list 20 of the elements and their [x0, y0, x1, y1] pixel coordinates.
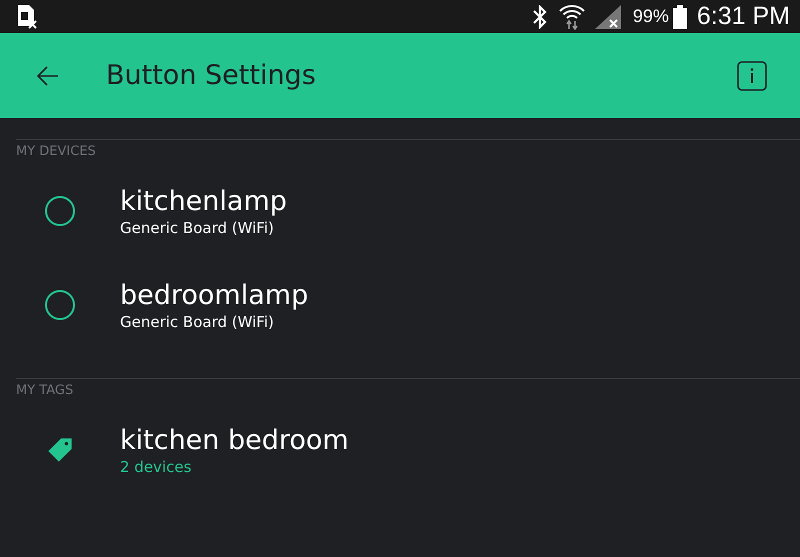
radio-button[interactable]	[45, 290, 75, 320]
item-detail: Generic Board (WiFi)	[120, 312, 275, 330]
section-heading: MY DEVICES	[16, 143, 97, 161]
radio-button[interactable]	[45, 196, 75, 226]
back-arrow-icon[interactable]	[36, 64, 60, 88]
battery-percentage: 99%	[632, 6, 669, 27]
signal-icon	[594, 4, 623, 28]
item-detail: 2 devices	[120, 458, 192, 476]
item-name[interactable]: kitchenlamp	[120, 186, 287, 216]
info-icon[interactable]	[737, 60, 767, 90]
clock-time: 6:31 PM	[696, 2, 790, 31]
item-detail: Generic Board (WiFi)	[120, 218, 275, 236]
section-heading: MY TAGS	[16, 382, 74, 400]
sim-card-icon	[16, 4, 38, 30]
wifi-icon	[558, 4, 585, 30]
item-name[interactable]: bedroomlamp	[120, 280, 308, 310]
screen-title: Button Settings	[106, 60, 317, 91]
bluetooth-icon	[530, 4, 549, 28]
battery-icon	[672, 4, 687, 28]
item-name[interactable]: kitchen bedroom	[120, 424, 349, 456]
